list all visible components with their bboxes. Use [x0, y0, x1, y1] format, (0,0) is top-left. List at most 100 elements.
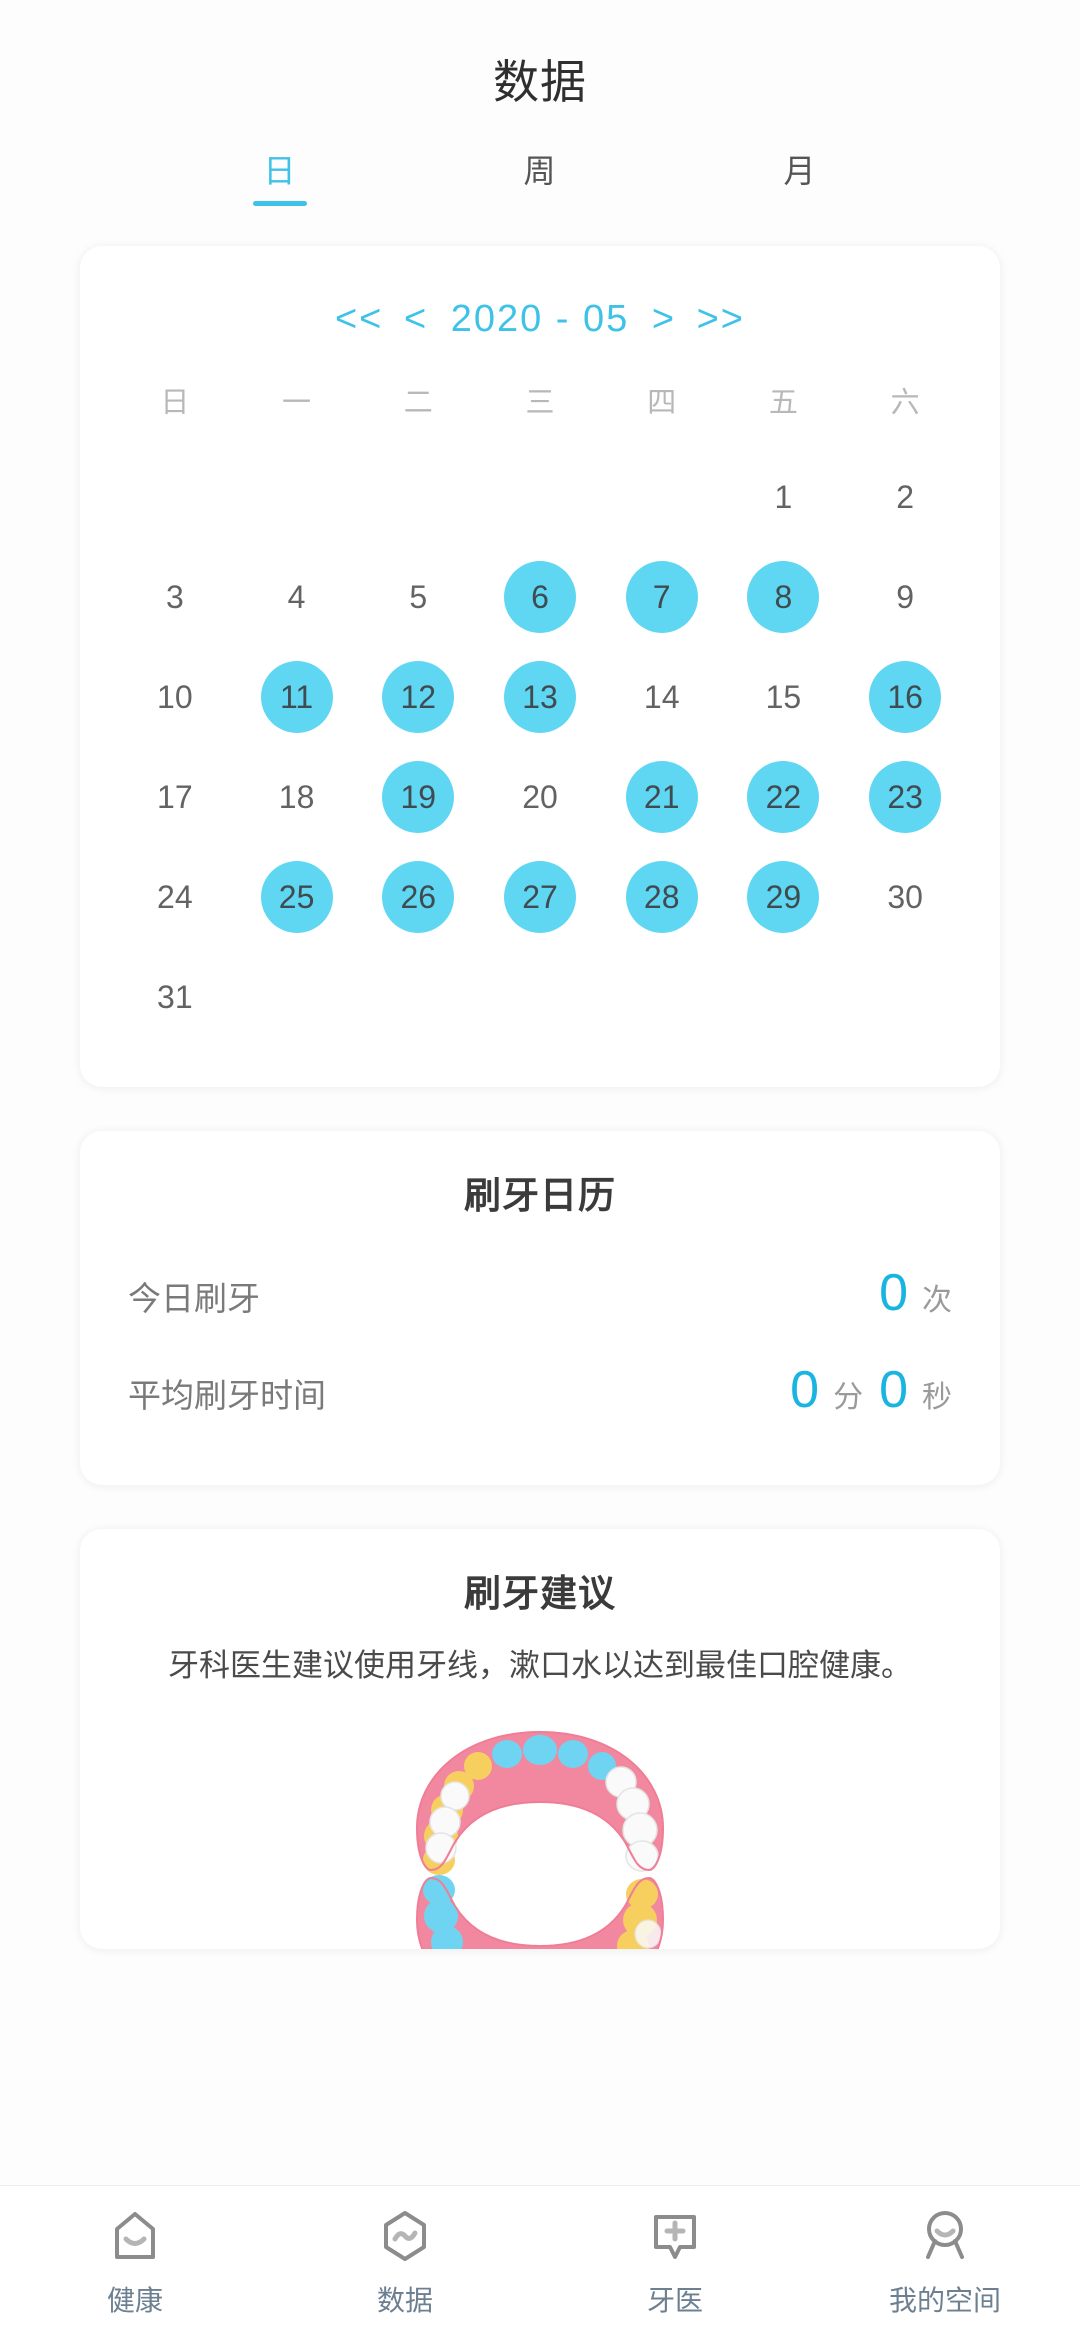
calendar-cell[interactable]: 22 — [723, 747, 845, 847]
nav-item-my-space[interactable]: 我的空间 — [810, 2207, 1080, 2319]
calendar-cell[interactable]: 28 — [601, 847, 723, 947]
calendar-day-marked[interactable]: 11 — [260, 661, 333, 733]
calendar-card: << < 2020 - 05 > >> 日 一 二 三 四 五 六 123456… — [80, 246, 1000, 1087]
calendar-day-marked[interactable]: 25 — [260, 861, 333, 933]
calendar-cell[interactable]: 21 — [601, 747, 723, 847]
calendar-cell[interactable]: 11 — [236, 647, 358, 747]
calendar-day-marked[interactable]: 23 — [869, 761, 942, 833]
calendar-cell[interactable]: 18 — [236, 747, 358, 847]
calendar-day-marked[interactable]: 26 — [382, 861, 455, 933]
nav-label-health: 健康 — [106, 2285, 163, 2316]
tab-week[interactable]: 周 — [410, 146, 670, 206]
nav-label-dentist: 牙医 — [646, 2285, 703, 2316]
calendar-cell[interactable]: 10 — [114, 647, 236, 747]
calendar-day-marked[interactable]: 6 — [503, 561, 576, 633]
calendar-cell — [236, 447, 358, 547]
weekday-mon: 一 — [282, 387, 312, 419]
hexagon-pulse-icon — [379, 2207, 431, 2265]
calendar-day[interactable]: 31 — [139, 961, 211, 1033]
calendar-cell[interactable]: 23 — [844, 747, 966, 847]
calendar-cell[interactable]: 25 — [236, 847, 358, 947]
dental-arch-illustration — [120, 1724, 960, 1949]
calendar-cell[interactable]: 2 — [844, 447, 966, 547]
calendar-cell[interactable]: 12 — [357, 647, 479, 747]
prev-year-button[interactable]: << — [331, 298, 387, 341]
calendar-cell[interactable]: 1 — [723, 447, 845, 547]
weekday-wed: 三 — [525, 387, 555, 419]
calendar-cell[interactable]: 7 — [601, 547, 723, 647]
calendar-day[interactable]: 4 — [261, 561, 333, 633]
calendar-day[interactable]: 9 — [869, 561, 941, 633]
prev-month-button[interactable]: < — [400, 298, 432, 341]
calendar-day[interactable]: 20 — [504, 761, 576, 833]
calendar-cell[interactable]: 5 — [357, 547, 479, 647]
calendar-day[interactable]: 17 — [139, 761, 211, 833]
calendar-day[interactable]: 15 — [747, 661, 819, 733]
stat-label-average-time: 平均刷牙时间 — [128, 1377, 326, 1414]
calendar-cell[interactable]: 8 — [723, 547, 845, 647]
brushing-advice-body: 牙科医生建议使用牙线，漱口水以达到最佳口腔健康。 — [168, 1648, 912, 1683]
calendar-day-marked[interactable]: 16 — [869, 661, 942, 733]
tab-day[interactable]: 日 — [150, 146, 410, 206]
chat-plus-icon — [649, 2207, 701, 2265]
calendar-day[interactable]: 3 — [139, 561, 211, 633]
stat-label-today-brushing: 今日刷牙 — [128, 1280, 260, 1317]
calendar-cell[interactable]: 31 — [114, 947, 236, 1047]
calendar-day[interactable]: 24 — [139, 861, 211, 933]
brushing-calendar-title: 刷牙日历 — [464, 1175, 616, 1216]
nav-item-health[interactable]: 健康 — [0, 2207, 270, 2319]
dental-arch-icon — [415, 1730, 665, 1949]
next-month-button[interactable]: > — [648, 298, 680, 341]
calendar-cell — [601, 947, 723, 1047]
calendar-day[interactable]: 18 — [261, 761, 333, 833]
calendar-day-marked[interactable]: 28 — [625, 861, 698, 933]
calendar-cell[interactable]: 29 — [723, 847, 845, 947]
calendar-cell — [357, 947, 479, 1047]
calendar-cell[interactable]: 27 — [479, 847, 601, 947]
calendar-day-marked[interactable]: 8 — [747, 561, 820, 633]
calendar-day[interactable]: 1 — [747, 461, 819, 533]
calendar-cell[interactable]: 15 — [723, 647, 845, 747]
calendar-cell[interactable]: 3 — [114, 547, 236, 647]
calendar-cell[interactable]: 26 — [357, 847, 479, 947]
average-seconds-value: 0 — [879, 1361, 908, 1419]
calendar-day-marked[interactable]: 7 — [625, 561, 698, 633]
calendar-title: 2020 - 05 — [450, 298, 630, 340]
nav-item-data[interactable]: 数据 — [270, 2207, 540, 2319]
stat-row-average-time: 平均刷牙时间 0 分 0 秒 — [120, 1342, 960, 1439]
calendar-cell — [236, 947, 358, 1047]
calendar-cell[interactable]: 16 — [844, 647, 966, 747]
tooth-home-icon — [109, 2207, 161, 2265]
calendar-cell[interactable]: 13 — [479, 647, 601, 747]
calendar-day-marked[interactable]: 19 — [382, 761, 455, 833]
calendar-day[interactable]: 10 — [139, 661, 211, 733]
calendar-day-marked[interactable]: 29 — [747, 861, 820, 933]
next-year-button[interactable]: >> — [693, 298, 749, 341]
calendar-day[interactable]: 5 — [382, 561, 454, 633]
calendar-day-marked[interactable]: 22 — [747, 761, 820, 833]
average-seconds-unit: 秒 — [922, 1381, 952, 1414]
calendar-day-marked[interactable]: 12 — [382, 661, 455, 733]
app-screen: 数据 日 周 月 << < 2020 - 05 > >> 日 一 二 三 四 五… — [0, 0, 1080, 2340]
calendar-cell[interactable]: 19 — [357, 747, 479, 847]
calendar-cell[interactable]: 4 — [236, 547, 358, 647]
calendar-cell[interactable]: 17 — [114, 747, 236, 847]
stat-value-today-brushing: 0 次 — [879, 1267, 952, 1319]
calendar-day-marked[interactable]: 27 — [503, 861, 576, 933]
page-title: 数据 — [493, 56, 587, 108]
calendar-day[interactable]: 14 — [626, 661, 698, 733]
calendar-day-marked[interactable]: 21 — [625, 761, 698, 833]
calendar-cell[interactable]: 6 — [479, 547, 601, 647]
calendar-day[interactable]: 2 — [869, 461, 941, 533]
nav-item-dentist[interactable]: 牙医 — [540, 2207, 810, 2319]
calendar-day-marked[interactable]: 13 — [503, 661, 576, 733]
calendar-day[interactable]: 30 — [869, 861, 941, 933]
calendar-cell[interactable]: 20 — [479, 747, 601, 847]
calendar-cell[interactable]: 24 — [114, 847, 236, 947]
bottom-navigation-bar: 健康 数据 牙医 我的空间 — [0, 2185, 1080, 2340]
calendar-cell[interactable]: 14 — [601, 647, 723, 747]
calendar-cell[interactable]: 9 — [844, 547, 966, 647]
tab-month[interactable]: 月 — [670, 146, 930, 206]
calendar-cell[interactable]: 30 — [844, 847, 966, 947]
brushing-calendar-card: 刷牙日历 今日刷牙 0 次 平均刷牙时间 0 分 0 秒 — [80, 1131, 1000, 1485]
